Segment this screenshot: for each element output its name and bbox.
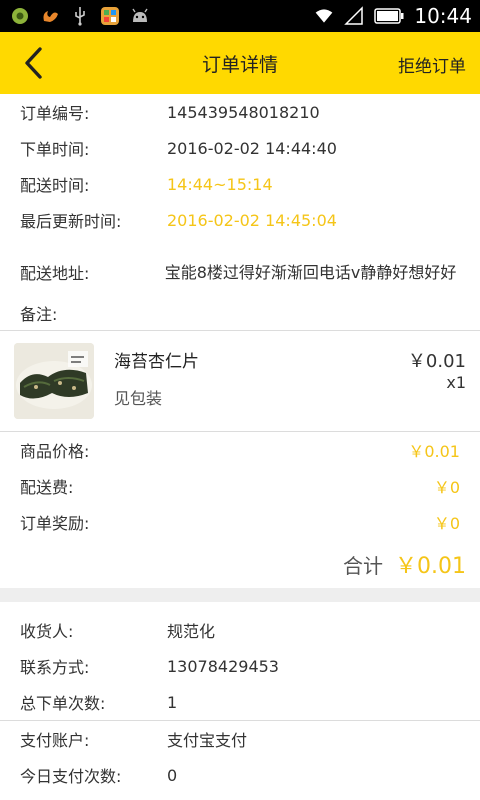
contact-row[interactable]: 联系方式: 13078429453 bbox=[20, 648, 460, 684]
product-qty: x1 bbox=[446, 373, 466, 392]
product-name: 海苔杏仁片 bbox=[114, 352, 199, 372]
order-info: 订单编号: 145439548018210 下单时间: 2016-02-02 1… bbox=[0, 94, 480, 330]
delivery-time: 14:44~15:14 bbox=[167, 174, 273, 194]
product-item[interactable]: 海苔杏仁片 见包装 ￥0.01 x1 bbox=[0, 331, 480, 431]
goods-price-label: 商品价格: bbox=[20, 442, 90, 461]
total-orders-row: 总下单次数: 1 bbox=[20, 684, 460, 720]
order-reward: ￥0 bbox=[433, 514, 460, 533]
goods-price-row: 商品价格: ￥0.01 bbox=[20, 432, 460, 468]
order-placed-label: 下单时间: bbox=[20, 140, 90, 159]
order-reward-label: 订单奖励: bbox=[20, 514, 90, 533]
updated-label: 最后更新时间: bbox=[20, 212, 122, 231]
android-icon bbox=[130, 6, 150, 26]
notification-icon bbox=[10, 6, 30, 26]
clock: 10:44 bbox=[414, 4, 472, 28]
top-bar: 订单详情 拒绝订单 bbox=[0, 32, 480, 94]
wifi-icon bbox=[314, 6, 334, 26]
receiver-name: 规范化 bbox=[167, 622, 216, 641]
receiver-row: 收货人: 规范化 bbox=[20, 612, 460, 648]
delivery-fee-label: 配送费: bbox=[20, 478, 74, 497]
fees-section: 商品价格: ￥0.01 配送费: ￥0 订单奖励: ￥0 bbox=[0, 432, 480, 540]
total-label: 合计 bbox=[343, 553, 383, 578]
signal-icon bbox=[344, 6, 364, 26]
order-number-row: 订单编号: 145439548018210 bbox=[20, 94, 460, 130]
delivery-fee: ￥0 bbox=[433, 478, 460, 497]
updated-time: 2016-02-02 14:45:04 bbox=[167, 210, 337, 230]
back-button[interactable] bbox=[18, 46, 48, 80]
customer-section: 收货人: 规范化 联系方式: 13078429453 总下单次数: 1 bbox=[0, 612, 480, 720]
delivery-time-label: 配送时间: bbox=[20, 176, 90, 195]
chevron-left-icon bbox=[25, 47, 42, 79]
order-placed-row: 下单时间: 2016-02-02 14:44:40 bbox=[20, 130, 460, 166]
product-spec: 见包装 bbox=[114, 389, 163, 408]
contact-label: 联系方式: bbox=[20, 658, 90, 677]
reject-order-button[interactable]: 拒绝订单 bbox=[398, 52, 466, 77]
address-label: 配送地址: bbox=[20, 264, 90, 283]
delivery-fee-row: 配送费: ￥0 bbox=[20, 468, 460, 504]
order-reward-row: 订单奖励: ￥0 bbox=[20, 504, 460, 540]
product-image bbox=[14, 343, 94, 419]
product-price: ￥0.01 bbox=[407, 351, 466, 372]
address-row: 配送地址: 宝能8楼过得好渐渐回电话v静静好想好好 bbox=[20, 238, 460, 296]
today-pay-label: 今日支付次数: bbox=[20, 767, 122, 786]
battery-icon bbox=[374, 6, 404, 26]
status-bar: 10:44 bbox=[0, 0, 480, 32]
usb-icon bbox=[70, 6, 90, 26]
today-pay-row: 今日支付次数: 0 bbox=[20, 757, 460, 793]
payment-section: 支付账户: 支付宝支付 今日支付次数: 0 bbox=[0, 721, 480, 793]
squirrel-app-icon bbox=[40, 6, 60, 26]
pay-account: 支付宝支付 bbox=[167, 731, 248, 750]
delivery-address: 宝能8楼过得好渐渐回电话v静静好想好好 bbox=[164, 262, 457, 282]
pay-account-row: 支付账户: 支付宝支付 bbox=[20, 721, 460, 757]
pay-account-label: 支付账户: bbox=[20, 731, 90, 750]
updated-row: 最后更新时间: 2016-02-02 14:45:04 bbox=[20, 202, 460, 238]
note-label: 备注: bbox=[20, 305, 58, 324]
total-row: 合计 ￥0.01 bbox=[0, 540, 480, 588]
order-number-label: 订单编号: bbox=[20, 104, 90, 123]
app-grid-icon bbox=[100, 6, 120, 26]
total-orders: 1 bbox=[167, 692, 178, 712]
goods-price: ￥0.01 bbox=[408, 442, 460, 461]
total-amount: ￥0.01 bbox=[395, 554, 466, 579]
receiver-label: 收货人: bbox=[20, 622, 74, 641]
note-row: 备注: bbox=[20, 296, 460, 330]
order-placed: 2016-02-02 14:44:40 bbox=[167, 138, 337, 158]
total-orders-label: 总下单次数: bbox=[20, 694, 106, 713]
today-pay-count: 0 bbox=[167, 765, 178, 785]
contact-phone[interactable]: 13078429453 bbox=[167, 657, 279, 676]
section-gap bbox=[0, 588, 480, 602]
delivery-time-row: 配送时间: 14:44~15:14 bbox=[20, 166, 460, 202]
order-number: 145439548018210 bbox=[167, 102, 320, 122]
